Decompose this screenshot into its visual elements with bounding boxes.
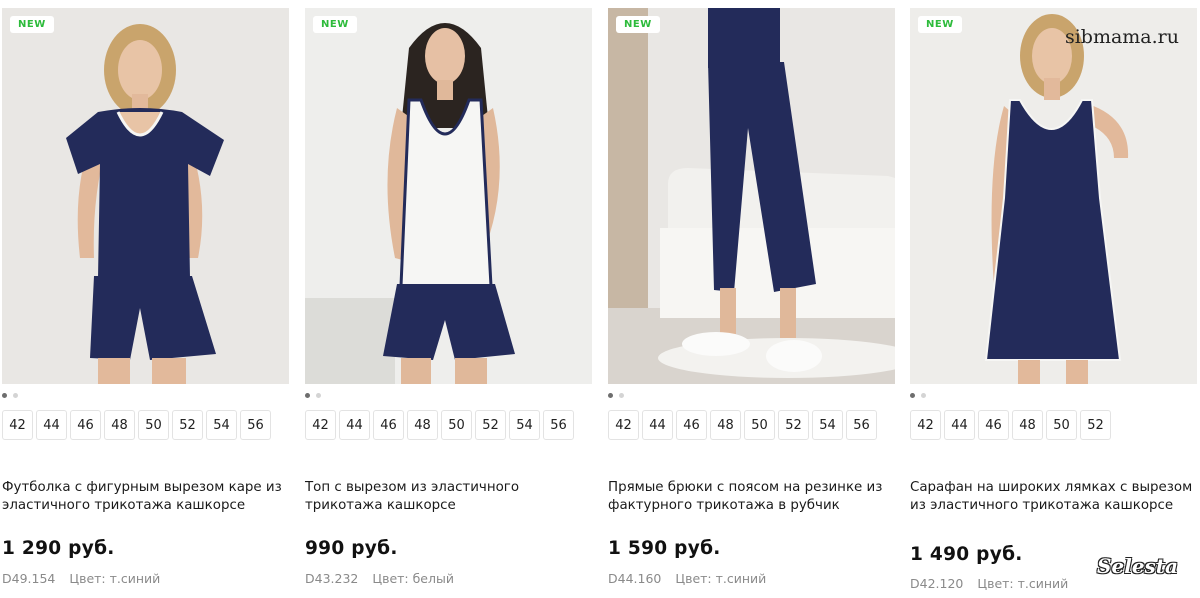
size-option[interactable]: 52: [778, 410, 809, 440]
size-option[interactable]: 50: [744, 410, 775, 440]
size-option[interactable]: 54: [812, 410, 843, 440]
size-option[interactable]: 44: [944, 410, 975, 440]
product-sku: D43.232: [305, 571, 359, 586]
carousel-dot[interactable]: [316, 392, 321, 398]
size-option[interactable]: 54: [509, 410, 540, 440]
size-list: 42 44 46 48 50 52 54 56: [608, 410, 877, 440]
product-color: Цвет: т.синий: [675, 571, 767, 586]
model-photo-icon: [608, 8, 895, 384]
new-badge: NEW: [313, 16, 357, 33]
new-badge: NEW: [10, 16, 54, 33]
new-badge: NEW: [616, 16, 660, 33]
size-option[interactable]: 50: [138, 410, 169, 440]
size-option[interactable]: 48: [1012, 410, 1043, 440]
carousel-dots: [910, 391, 926, 399]
new-badge: NEW: [918, 16, 962, 33]
carousel-dot[interactable]: [13, 392, 18, 398]
product-title[interactable]: Топ с вырезом из эластичного трикотажа к…: [305, 479, 592, 515]
size-option[interactable]: 52: [1080, 410, 1111, 440]
product-card[interactable]: NEW sibmama.ru 42 44 46 48 50 52 Сарафан…: [910, 8, 1197, 598]
product-photo[interactable]: NEW sibmama.ru: [910, 8, 1197, 384]
carousel-dot[interactable]: [2, 392, 7, 398]
product-price: 1 590 руб.: [608, 538, 721, 559]
product-price: 1 490 руб.: [910, 544, 1023, 565]
product-photo[interactable]: NEW: [608, 8, 895, 384]
product-sku: D44.160: [608, 571, 662, 586]
carousel-dot[interactable]: [921, 392, 926, 398]
product-meta: D49.154 Цвет: т.синий: [2, 571, 160, 586]
carousel-dot[interactable]: [305, 392, 310, 398]
size-option[interactable]: 50: [441, 410, 472, 440]
size-option[interactable]: 56: [543, 410, 574, 440]
product-color: Цвет: т.синий: [69, 571, 161, 586]
carousel-dot[interactable]: [619, 392, 624, 398]
product-sku: D49.154: [2, 571, 56, 586]
size-option[interactable]: 52: [172, 410, 203, 440]
size-option[interactable]: 46: [70, 410, 101, 440]
product-meta: D43.232 Цвет: белый: [305, 571, 454, 586]
size-option[interactable]: 42: [910, 410, 941, 440]
product-price: 1 290 руб.: [2, 538, 115, 559]
carousel-dots: [2, 391, 18, 399]
size-option[interactable]: 56: [846, 410, 877, 440]
product-meta: D42.120 Цвет: т.синий: [910, 576, 1068, 591]
product-photo[interactable]: NEW: [305, 8, 592, 384]
carousel-dots: [608, 391, 624, 399]
product-price: 990 руб.: [305, 538, 398, 559]
product-card[interactable]: NEW 42 44 46 48 50 52 54 56 Прямые брюки…: [608, 8, 895, 598]
size-option[interactable]: 46: [373, 410, 404, 440]
size-list: 42 44 46 48 50 52 54 56: [305, 410, 574, 440]
size-option[interactable]: 48: [407, 410, 438, 440]
carousel-dot[interactable]: [910, 392, 915, 398]
carousel-dot[interactable]: [608, 392, 613, 398]
size-option[interactable]: 50: [1046, 410, 1077, 440]
product-color: Цвет: т.синий: [977, 576, 1069, 591]
size-option[interactable]: 48: [104, 410, 135, 440]
product-card[interactable]: NEW 42 44 46 48 50 52 54 56 Футболка с ф…: [2, 8, 289, 598]
size-option[interactable]: 44: [36, 410, 67, 440]
carousel-dots: [305, 391, 321, 399]
size-option[interactable]: 48: [710, 410, 741, 440]
product-title[interactable]: Футболка с фигурным вырезом каре из элас…: [2, 479, 289, 515]
product-sku: D42.120: [910, 576, 964, 591]
site-watermark: sibmama.ru: [1064, 26, 1179, 48]
model-photo-icon: [910, 8, 1197, 384]
product-title[interactable]: Прямые брюки с поясом на резинке из факт…: [608, 479, 895, 515]
product-meta: D44.160 Цвет: т.синий: [608, 571, 766, 586]
size-option[interactable]: 42: [305, 410, 336, 440]
size-option[interactable]: 44: [642, 410, 673, 440]
size-option[interactable]: 52: [475, 410, 506, 440]
model-photo-icon: [2, 8, 289, 384]
product-color: Цвет: белый: [372, 571, 454, 586]
size-option[interactable]: 54: [206, 410, 237, 440]
product-title[interactable]: Сарафан на широких лямках с вырезом из э…: [910, 479, 1197, 515]
size-option[interactable]: 44: [339, 410, 370, 440]
size-option[interactable]: 46: [978, 410, 1009, 440]
product-photo[interactable]: NEW: [2, 8, 289, 384]
size-option[interactable]: 42: [2, 410, 33, 440]
size-option[interactable]: 42: [608, 410, 639, 440]
product-card[interactable]: NEW 42 44 46 48 50 52 54 56 Топ с вырезо…: [305, 8, 592, 598]
size-list: 42 44 46 48 50 52: [910, 410, 1111, 440]
size-option[interactable]: 56: [240, 410, 271, 440]
size-list: 42 44 46 48 50 52 54 56: [2, 410, 271, 440]
model-photo-icon: [305, 8, 592, 384]
size-option[interactable]: 46: [676, 410, 707, 440]
brand-watermark: Selesta: [1097, 554, 1178, 578]
